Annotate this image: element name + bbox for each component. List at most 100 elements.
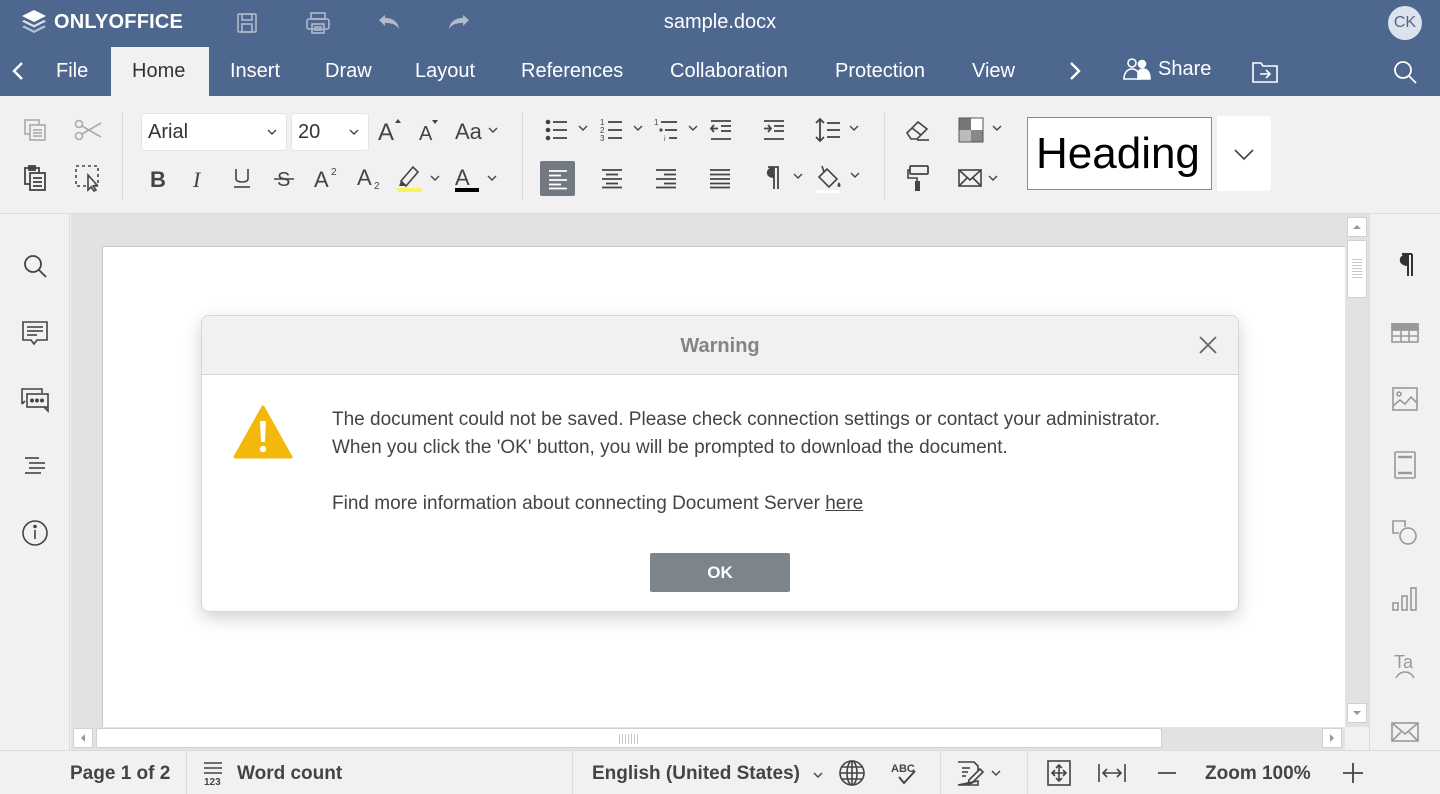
- search-icon[interactable]: [1392, 59, 1418, 85]
- spell-check-button[interactable]: ABC: [889, 759, 919, 787]
- paragraph-shading-button[interactable]: [815, 162, 863, 194]
- svg-text:i: i: [664, 136, 666, 143]
- strikethrough-button[interactable]: S: [268, 162, 300, 194]
- fit-to-page-button[interactable]: [1044, 759, 1074, 787]
- zoom-in-button[interactable]: [1338, 759, 1368, 787]
- text-art-settings-button[interactable]: Ta: [1389, 649, 1421, 681]
- scroll-up-button[interactable]: [1347, 217, 1367, 237]
- table-settings-button[interactable]: [1389, 317, 1421, 349]
- open-file-location-icon[interactable]: [1251, 60, 1279, 84]
- sidebar-about-button[interactable]: [19, 517, 51, 549]
- tab-references[interactable]: References: [500, 47, 644, 96]
- bold-button[interactable]: B: [141, 162, 173, 194]
- line-spacing-button[interactable]: [814, 114, 862, 146]
- word-count-label[interactable]: Word count: [237, 763, 342, 785]
- sidebar-comments-button[interactable]: [19, 317, 51, 349]
- scroll-tabs-right-icon[interactable]: [1065, 59, 1085, 83]
- tab-collaboration[interactable]: Collaboration: [649, 47, 809, 96]
- mail-merge-settings-button[interactable]: [1389, 716, 1421, 748]
- undo-button[interactable]: [375, 10, 403, 36]
- sidebar-search-button[interactable]: [19, 250, 51, 282]
- nonprinting-chars-button[interactable]: [760, 162, 808, 194]
- fit-page-icon: [1047, 760, 1071, 786]
- ok-button[interactable]: OK: [650, 553, 790, 592]
- tab-view[interactable]: View: [951, 47, 1036, 96]
- copy-style-button[interactable]: [902, 162, 934, 194]
- scroll-right-button[interactable]: [1322, 728, 1342, 748]
- close-icon[interactable]: [1196, 333, 1220, 357]
- horizontal-scroll-thumb[interactable]: [96, 728, 1162, 748]
- image-settings-button[interactable]: [1389, 383, 1421, 415]
- dialog-title: Warning: [680, 335, 760, 357]
- tab-protection[interactable]: Protection: [814, 47, 946, 96]
- multilevel-list-button[interactable]: 1i: [653, 114, 701, 146]
- font-color-button[interactable]: A: [452, 162, 500, 194]
- subscript-button[interactable]: A2: [353, 162, 385, 194]
- highlight-color-button[interactable]: [395, 162, 443, 194]
- vertical-scrollbar[interactable]: [1345, 214, 1369, 727]
- vertical-scroll-thumb[interactable]: [1347, 240, 1367, 298]
- underline-button[interactable]: [226, 162, 258, 194]
- decrease-font-button[interactable]: A: [413, 114, 445, 146]
- paste-button[interactable]: [19, 162, 51, 194]
- color-scheme-button[interactable]: [957, 114, 1005, 146]
- align-center-button[interactable]: [596, 162, 628, 194]
- styles-dropdown-button[interactable]: [1217, 116, 1271, 191]
- tab-draw[interactable]: Draw: [304, 47, 393, 96]
- scissors-icon: [74, 119, 102, 141]
- fit-to-width-button[interactable]: [1097, 759, 1127, 787]
- save-button[interactable]: [233, 10, 261, 36]
- select-all-button[interactable]: [72, 162, 104, 194]
- horizontal-scrollbar[interactable]: [71, 727, 1345, 750]
- scroll-tabs-left-icon[interactable]: [8, 59, 28, 83]
- here-link[interactable]: here: [825, 493, 863, 514]
- paragraph-settings-button[interactable]: [1389, 249, 1421, 281]
- tab-layout[interactable]: Layout: [394, 47, 496, 96]
- cut-button[interactable]: [72, 114, 104, 146]
- chevron-down-icon[interactable]: [812, 770, 824, 780]
- plus-icon: [1343, 763, 1363, 783]
- scroll-down-button[interactable]: [1347, 703, 1367, 723]
- increase-font-button[interactable]: A: [374, 114, 406, 146]
- decrease-indent-button[interactable]: [705, 114, 737, 146]
- align-left-button[interactable]: [540, 161, 575, 196]
- increase-indent-button[interactable]: [758, 114, 790, 146]
- bullets-button[interactable]: [543, 114, 591, 146]
- style-preview-heading[interactable]: Heading: [1027, 117, 1212, 190]
- sidebar-chat-button[interactable]: [19, 384, 51, 416]
- language-selector[interactable]: English (United States): [592, 763, 800, 785]
- font-name-combo[interactable]: Arial: [141, 113, 287, 151]
- zoom-out-button[interactable]: [1152, 759, 1182, 787]
- page-indicator[interactable]: Page 1 of 2: [70, 763, 170, 785]
- redo-button[interactable]: [445, 10, 473, 36]
- share-button[interactable]: Share: [1122, 57, 1211, 81]
- font-size-value: 20: [298, 121, 321, 143]
- document-language-button[interactable]: [837, 759, 867, 787]
- tab-home[interactable]: Home: [111, 47, 209, 96]
- numbering-button[interactable]: 123: [598, 114, 646, 146]
- mail-merge-button[interactable]: [957, 162, 1005, 194]
- italic-button[interactable]: I: [183, 162, 215, 194]
- justify-button[interactable]: [704, 162, 736, 194]
- select-all-icon: [75, 165, 99, 192]
- print-button[interactable]: [304, 10, 332, 36]
- align-right-button[interactable]: [650, 162, 682, 194]
- sidebar-navigation-button[interactable]: [19, 450, 51, 482]
- change-case-button[interactable]: Aa: [455, 114, 501, 146]
- zoom-level[interactable]: Zoom 100%: [1205, 763, 1311, 785]
- superscript-button[interactable]: A2: [310, 162, 342, 194]
- scroll-left-button[interactable]: [73, 728, 93, 748]
- text-art-icon: Ta: [1394, 652, 1415, 679]
- svg-text:2: 2: [374, 181, 380, 191]
- clear-style-button[interactable]: [902, 114, 934, 146]
- track-changes-button[interactable]: [955, 759, 1005, 787]
- tab-insert[interactable]: Insert: [209, 47, 301, 96]
- chart-settings-button[interactable]: [1389, 583, 1421, 615]
- word-count-button[interactable]: 123: [198, 759, 228, 787]
- font-size-combo[interactable]: 20: [291, 113, 369, 151]
- shape-settings-button[interactable]: [1389, 516, 1421, 548]
- header-footer-settings-button[interactable]: [1389, 449, 1421, 481]
- copy-button[interactable]: [19, 114, 51, 146]
- user-avatar[interactable]: CK: [1388, 6, 1422, 40]
- tab-file[interactable]: File: [35, 47, 109, 96]
